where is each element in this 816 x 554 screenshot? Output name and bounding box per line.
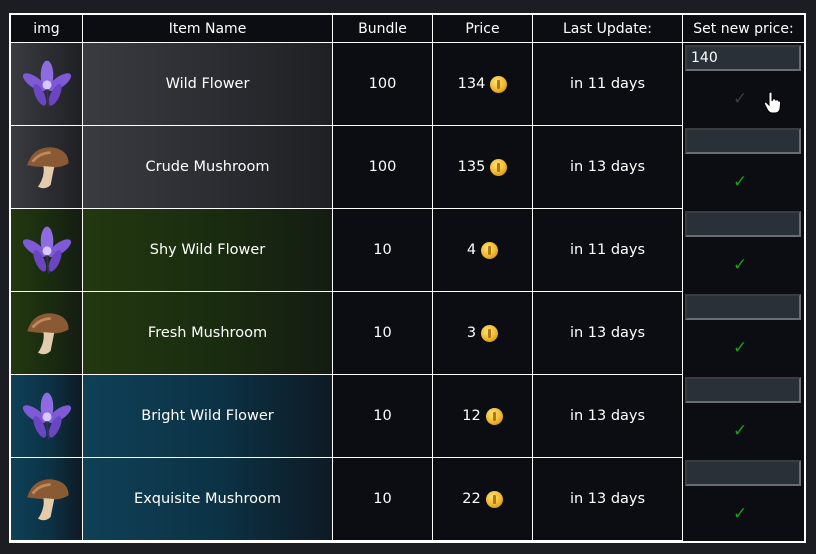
item-price: 135 bbox=[457, 159, 486, 175]
new-price-input[interactable] bbox=[685, 460, 801, 486]
item-price-cell: 134 bbox=[433, 43, 533, 126]
item-price: 12 bbox=[462, 408, 481, 424]
table-row: Exquisite Mushroom 10 22 in 13 days bbox=[11, 458, 683, 541]
item-bundle: 100 bbox=[333, 43, 433, 126]
header-set-new-price: Set new price: bbox=[683, 15, 804, 43]
item-price-cell: 3 bbox=[433, 292, 533, 375]
item-image-cell bbox=[11, 126, 83, 209]
item-price: 4 bbox=[466, 242, 477, 258]
confirm-check-icon[interactable]: ✓ bbox=[733, 504, 747, 524]
table-row: Crude Mushroom 100 135 in 13 days bbox=[11, 126, 683, 209]
set-price-row: ✓ bbox=[683, 292, 804, 375]
item-image-cell bbox=[11, 43, 83, 126]
new-price-input[interactable] bbox=[685, 211, 801, 237]
item-name: Shy Wild Flower bbox=[83, 209, 333, 292]
hand-cursor-icon bbox=[763, 91, 781, 114]
item-name: Crude Mushroom bbox=[83, 126, 333, 209]
set-price-row: ✓ bbox=[683, 458, 804, 541]
item-name: Bright Wild Flower bbox=[83, 375, 333, 458]
brown-mushroom-icon bbox=[20, 140, 74, 194]
item-price: 22 bbox=[462, 491, 481, 507]
item-bundle: 10 bbox=[333, 292, 433, 375]
confirm-check-icon[interactable]: ✓ bbox=[733, 172, 747, 192]
item-name: Fresh Mushroom bbox=[83, 292, 333, 375]
item-price-cell: 22 bbox=[433, 458, 533, 541]
item-name: Wild Flower bbox=[83, 43, 333, 126]
gold-coin-icon bbox=[481, 241, 499, 259]
item-price: 3 bbox=[466, 325, 477, 341]
item-bundle: 10 bbox=[333, 458, 433, 541]
item-image-cell bbox=[11, 292, 83, 375]
item-last-update: in 13 days bbox=[533, 126, 683, 209]
set-price-row: ✓ bbox=[683, 126, 804, 209]
item-price-cell: 4 bbox=[433, 209, 533, 292]
item-last-update: in 13 days bbox=[533, 458, 683, 541]
item-price: 134 bbox=[457, 76, 486, 92]
item-last-update: in 11 days bbox=[533, 209, 683, 292]
brown-mushroom-icon bbox=[20, 306, 74, 360]
market-table: img Item Name Bundle Price Last Update: … bbox=[9, 13, 806, 543]
set-price-row: ✓ bbox=[683, 209, 804, 292]
item-name: Exquisite Mushroom bbox=[83, 458, 333, 541]
header-bundle: Bundle bbox=[333, 15, 433, 43]
item-bundle: 10 bbox=[333, 209, 433, 292]
confirm-check-icon[interactable]: ✓ bbox=[733, 89, 747, 109]
set-price-row: ✓ bbox=[683, 43, 804, 126]
gold-coin-icon bbox=[485, 407, 503, 425]
table-row: Fresh Mushroom 10 3 in 13 days bbox=[11, 292, 683, 375]
purple-flower-icon bbox=[20, 389, 74, 443]
header-last-update: Last Update: bbox=[533, 15, 683, 43]
new-price-input[interactable] bbox=[685, 294, 801, 320]
new-price-input[interactable] bbox=[685, 377, 801, 403]
item-last-update: in 13 days bbox=[533, 292, 683, 375]
item-last-update: in 11 days bbox=[533, 43, 683, 126]
set-price-row: ✓ bbox=[683, 375, 804, 458]
set-price-column: ✓ ✓ ✓ ✓ ✓ ✓ bbox=[683, 43, 804, 541]
item-bundle: 10 bbox=[333, 375, 433, 458]
gold-coin-icon bbox=[481, 324, 499, 342]
item-price-cell: 12 bbox=[433, 375, 533, 458]
header-item-name: Item Name bbox=[83, 15, 333, 43]
table-row: Wild Flower 100 134 in 11 days bbox=[11, 43, 683, 126]
item-bundle: 100 bbox=[333, 126, 433, 209]
table-grid: img Item Name Bundle Price Last Update: … bbox=[11, 15, 804, 541]
new-price-input[interactable] bbox=[685, 128, 801, 154]
item-last-update: in 13 days bbox=[533, 375, 683, 458]
item-image-cell bbox=[11, 458, 83, 541]
confirm-check-icon[interactable]: ✓ bbox=[733, 338, 747, 358]
gold-coin-icon bbox=[485, 490, 503, 508]
table-row: Bright Wild Flower 10 12 in 13 days bbox=[11, 375, 683, 458]
item-image-cell bbox=[11, 209, 83, 292]
gold-coin-icon bbox=[490, 158, 508, 176]
table-row: Shy Wild Flower 10 4 in 11 days bbox=[11, 209, 683, 292]
new-price-input[interactable] bbox=[685, 45, 801, 71]
brown-mushroom-icon bbox=[20, 472, 74, 526]
purple-flower-icon bbox=[20, 223, 74, 277]
purple-flower-icon bbox=[20, 57, 74, 111]
item-price-cell: 135 bbox=[433, 126, 533, 209]
header-img: img bbox=[11, 15, 83, 43]
header-price: Price bbox=[433, 15, 533, 43]
gold-coin-icon bbox=[490, 75, 508, 93]
confirm-check-icon[interactable]: ✓ bbox=[733, 421, 747, 441]
item-image-cell bbox=[11, 375, 83, 458]
confirm-check-icon[interactable]: ✓ bbox=[733, 255, 747, 275]
